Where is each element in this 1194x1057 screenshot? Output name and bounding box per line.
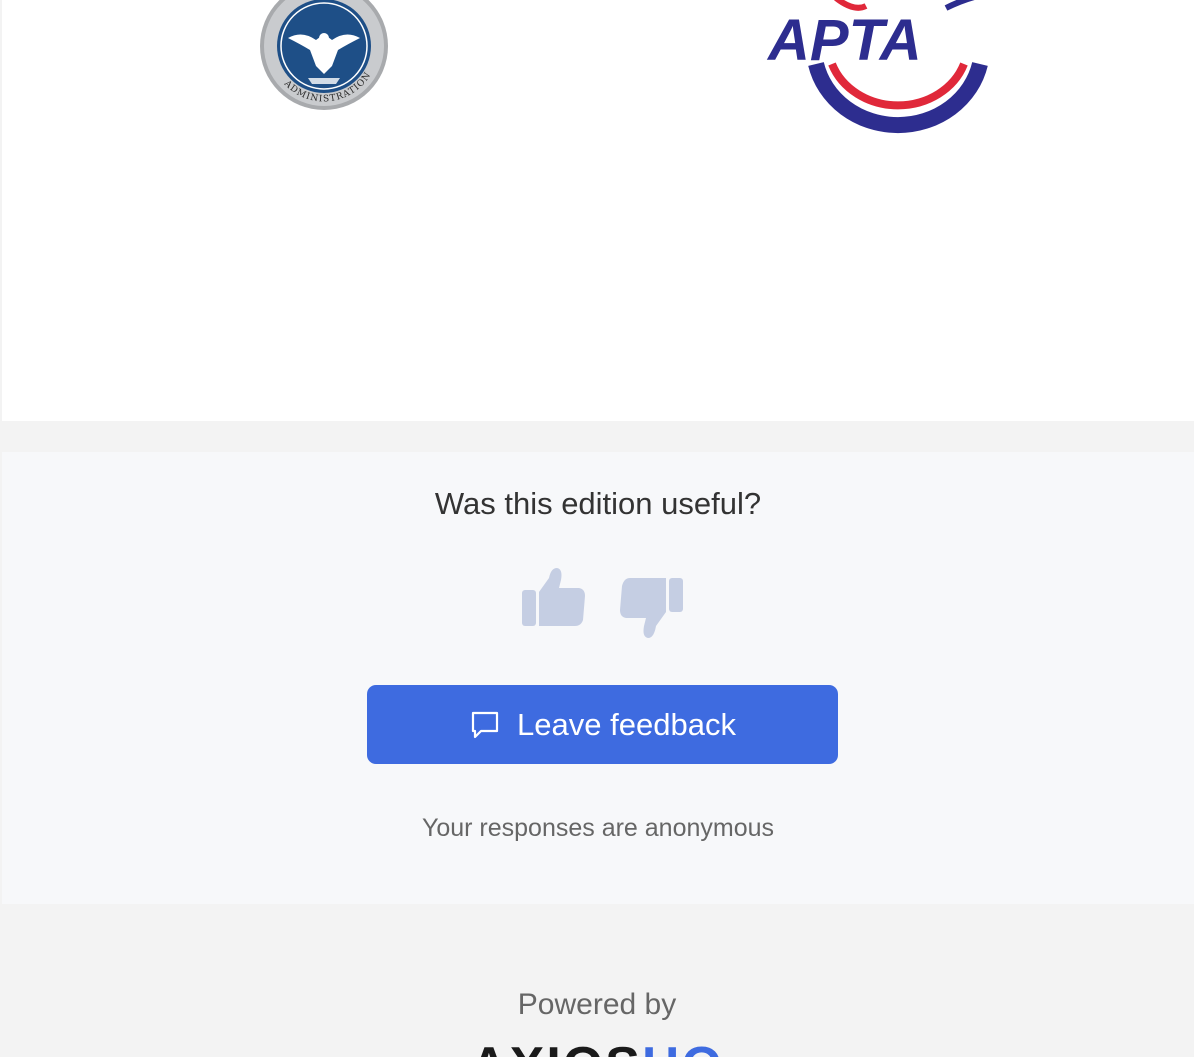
brand-accent: HQ xyxy=(642,1037,724,1057)
powered-by-text: Powered by xyxy=(517,988,677,1021)
leave-feedback-label: Leave feedback xyxy=(517,706,736,742)
axios-hq-logo[interactable]: AXIOSHQ xyxy=(0,1040,1194,1057)
newsletter-footer: ADMINISTRATION APTA Was this edition use… xyxy=(0,0,1194,1057)
thumbs-down-icon[interactable] xyxy=(618,576,686,640)
sponsor-logos-panel: ADMINISTRATION APTA xyxy=(2,0,1194,421)
anonymous-note: Your responses are anonymous xyxy=(421,814,775,842)
feedback-panel: Was this edition useful? Leave feedback … xyxy=(2,452,1194,904)
apta-logo: APTA xyxy=(766,0,988,134)
svg-text:APTA: APTA xyxy=(766,8,922,73)
thumbs-up-icon[interactable] xyxy=(519,566,587,630)
feedback-question: Was this edition useful? xyxy=(434,486,762,521)
brand-main: AXIOS xyxy=(470,1037,642,1057)
leave-feedback-button[interactable]: Leave feedback xyxy=(367,685,838,764)
tsa-seal-logo: ADMINISTRATION xyxy=(260,0,388,110)
chat-bubble-icon xyxy=(471,711,499,738)
